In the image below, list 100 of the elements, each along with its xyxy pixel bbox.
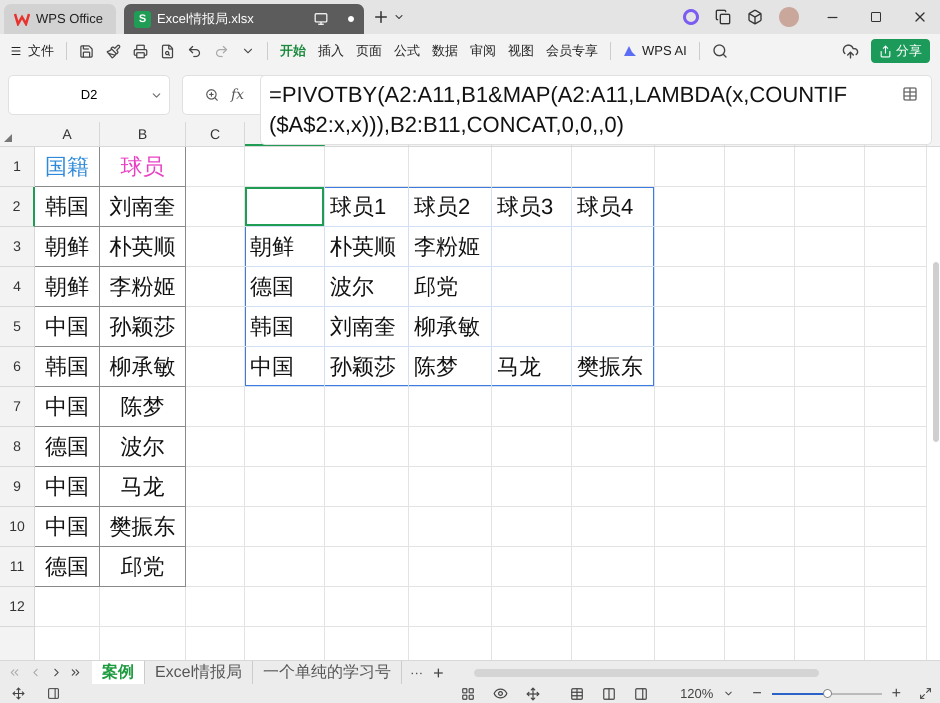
table-cell[interactable] [492,507,572,547]
maximize-icon[interactable] [870,11,882,23]
table-cell[interactable] [492,587,572,627]
formula-field[interactable]: =PIVOTBY(A2:A11,B1&MAP(A2:A11,LAMBDA(x,COUNTIF($A$2:x,x))),B2:B11,CONCAT,0,0,,0) [260,75,932,145]
table-cell[interactable] [186,267,245,307]
row-header[interactable]: 5 [0,307,35,347]
table-cell[interactable]: 朝鲜 [245,227,325,267]
row-header[interactable]: 4 [0,267,35,307]
table-cell[interactable] [655,507,725,547]
table-cell[interactable] [492,387,572,427]
table-cell[interactable] [186,587,245,627]
table-cell[interactable] [865,467,927,507]
ribbon-tab[interactable]: 审阅 [470,41,496,61]
row-header[interactable]: 12 [0,587,35,627]
table-cell[interactable] [865,267,927,307]
table-cell[interactable]: 德国 [245,267,325,307]
ribbon-tab[interactable]: 会员专享 [546,41,598,61]
table-cell[interactable] [409,587,492,627]
table-cell[interactable]: 刘南奎 [100,187,186,227]
table-cell[interactable] [865,387,927,427]
redo-icon[interactable] [214,44,229,58]
table-cell[interactable] [725,427,795,467]
table-cell[interactable]: 朴英顺 [325,227,409,267]
table-cell[interactable] [186,347,245,387]
table-cell[interactable]: 中国 [35,307,100,347]
more-sheets-button[interactable]: ··· [410,662,424,682]
table-cell[interactable] [725,547,795,587]
brush-icon[interactable] [106,44,121,58]
table-cell[interactable]: 柳承敏 [100,347,186,387]
panel-icon[interactable] [47,687,60,700]
table-cell[interactable] [572,307,655,347]
table-cell[interactable]: 朝鲜 [35,227,100,267]
table-cell[interactable] [572,227,655,267]
table-cell[interactable] [245,587,325,627]
table-cell[interactable] [409,547,492,587]
undo-icon[interactable] [187,44,202,58]
table-cell[interactable] [325,467,409,507]
last-sheet-icon[interactable] [69,666,82,679]
table-cell[interactable] [865,547,927,587]
table-cell[interactable] [795,347,865,387]
table-cell[interactable] [492,307,572,347]
table-cell[interactable]: 刘南奎 [325,307,409,347]
move-icon[interactable] [526,686,540,700]
table-cell[interactable] [186,227,245,267]
table-cell[interactable]: 球员4 [572,187,655,227]
table-cell[interactable] [492,147,572,187]
row-header[interactable]: 11 [0,547,35,587]
table-cell[interactable] [795,147,865,187]
grid-settings-icon[interactable] [461,686,476,700]
select-all-icon[interactable] [4,134,12,142]
table-cell[interactable] [492,267,572,307]
table-cell[interactable]: 波尔 [325,267,409,307]
name-box[interactable]: D2 [8,75,170,115]
row-header[interactable]: 3 [0,227,35,267]
title-tab[interactable]: WPS Office [4,4,116,34]
title-tab[interactable]: S Excel情报局.xlsx [124,4,364,34]
table-cell[interactable]: 李粉姬 [100,267,186,307]
table-cell[interactable] [325,587,409,627]
table-cell[interactable] [795,267,865,307]
table-cell[interactable] [725,467,795,507]
table-cell[interactable] [186,547,245,587]
table-cell[interactable] [655,387,725,427]
table-cell[interactable] [409,387,492,427]
table-cell[interactable] [725,387,795,427]
table-cell[interactable]: 波尔 [100,427,186,467]
table-cell[interactable] [865,187,927,227]
table-cell[interactable]: 朝鲜 [35,267,100,307]
colorful-ring-icon[interactable] [683,9,699,25]
formula-expand-icon[interactable] [902,86,918,102]
table-cell[interactable] [35,587,100,627]
table-cell[interactable] [186,467,245,507]
table-cell[interactable] [492,547,572,587]
table-cell[interactable] [795,387,865,427]
table-cell[interactable]: 马龙 [100,467,186,507]
table-cell[interactable] [655,267,725,307]
table-cell[interactable]: 韩国 [245,307,325,347]
table-cell[interactable] [865,427,927,467]
normal-view-icon[interactable] [570,686,584,700]
row-header[interactable]: 8 [0,427,35,467]
table-cell[interactable] [325,547,409,587]
table-cell[interactable] [655,187,725,227]
table-cell[interactable] [409,507,492,547]
table-cell[interactable] [725,187,795,227]
row-header[interactable]: 1 [0,147,35,187]
row-header[interactable]: 6 [0,347,35,387]
table-cell[interactable] [725,147,795,187]
table-cell[interactable] [409,467,492,507]
table-cell[interactable] [409,427,492,467]
table-cell[interactable] [865,147,927,187]
table-cell[interactable] [655,307,725,347]
cloud-upload-icon[interactable] [842,42,859,60]
table-cell[interactable] [655,227,725,267]
zoom-formula-icon[interactable] [205,88,219,102]
table-cell[interactable] [865,347,927,387]
ribbon-tab[interactable]: 开始 [280,41,306,61]
table-cell[interactable] [795,427,865,467]
add-sheet-button[interactable]: + [433,664,444,682]
table-cell[interactable] [245,427,325,467]
table-cell[interactable] [795,507,865,547]
ribbon-tab[interactable]: 公式 [394,41,420,61]
